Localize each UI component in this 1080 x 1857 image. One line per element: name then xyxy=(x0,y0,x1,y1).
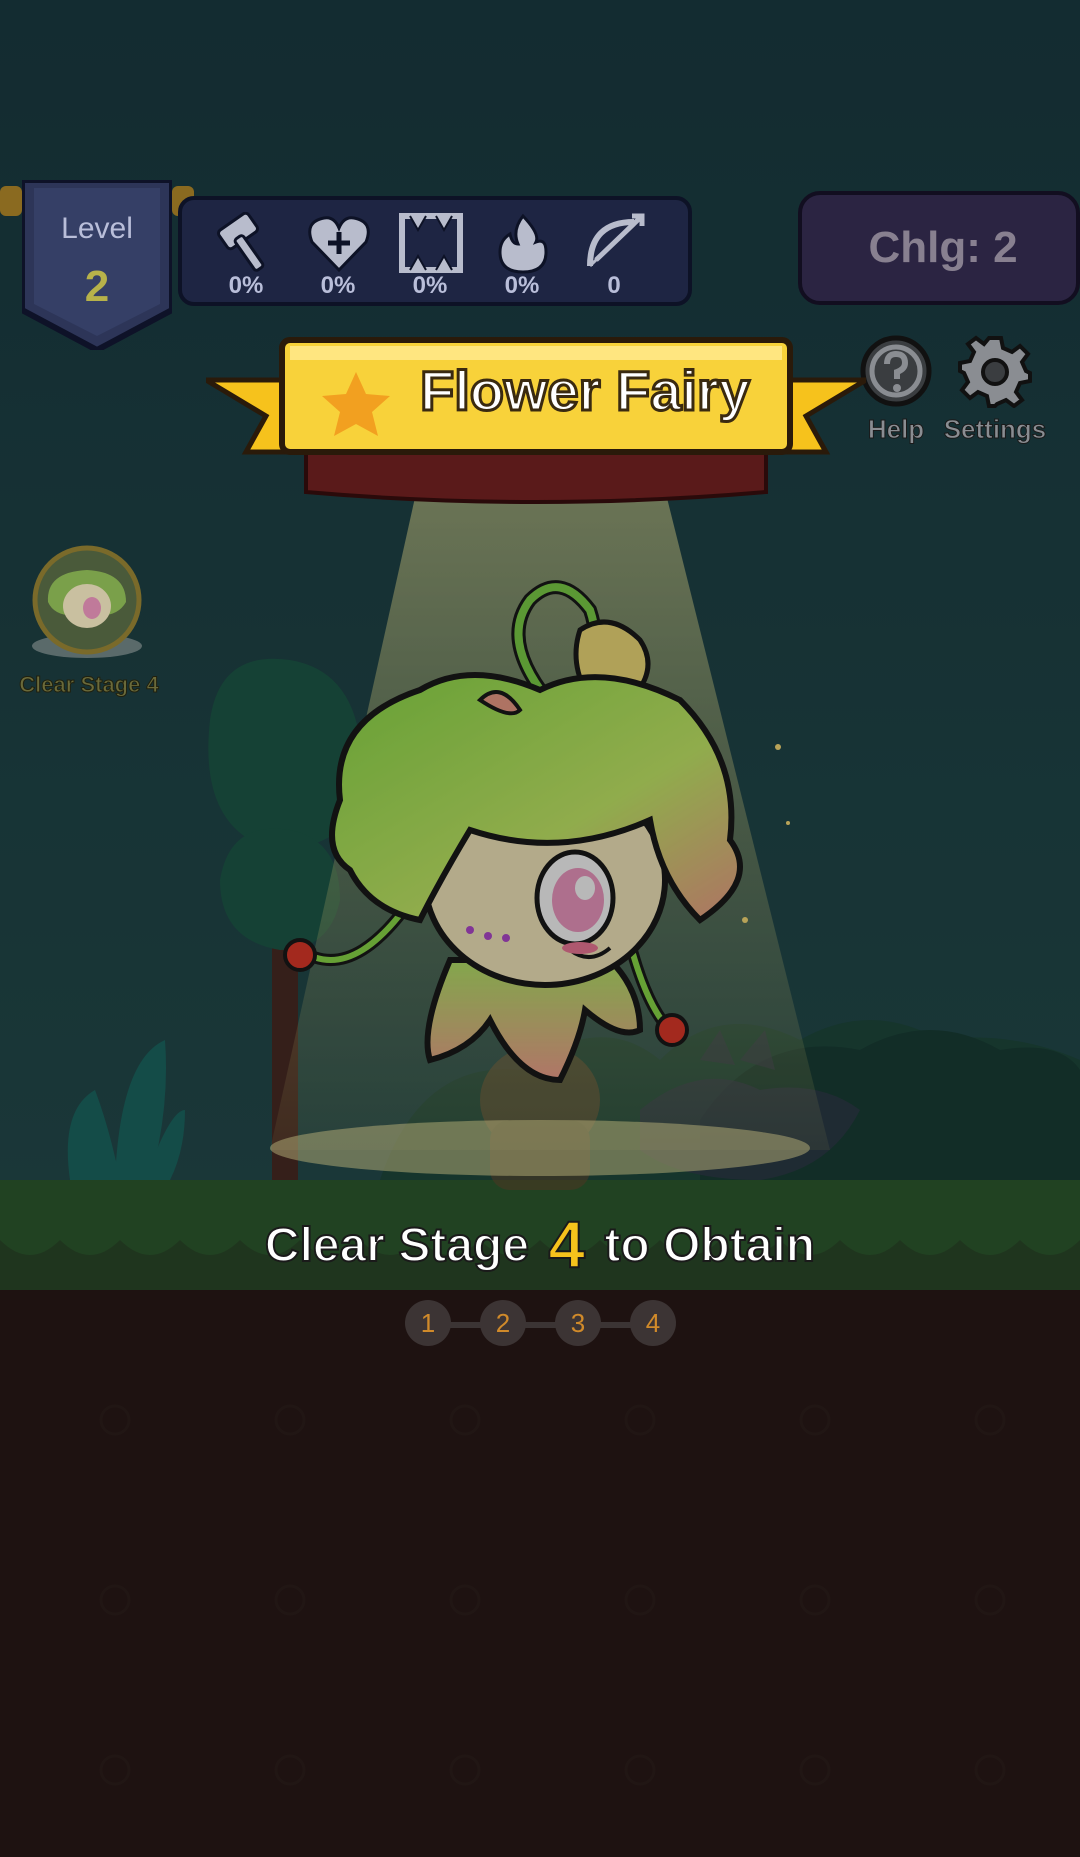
stage-dot-4: 4 xyxy=(630,1300,676,1346)
stage-dot-2: 2 xyxy=(480,1300,526,1346)
obtain-caption: Clear Stage 4 to Obtain xyxy=(0,1206,1080,1282)
stat-ranged[interactable]: 0 xyxy=(574,208,654,304)
gear-icon xyxy=(958,335,1032,408)
stat-crit-value: 0% xyxy=(412,272,448,299)
challenge-label: Chlg: 2 xyxy=(868,223,1018,272)
stat-attack[interactable]: 0% xyxy=(206,208,286,304)
hammer-icon xyxy=(217,212,265,272)
stat-health-value: 0% xyxy=(320,272,356,299)
stat-burn[interactable]: 0% xyxy=(482,208,562,304)
stat-health[interactable]: 0% xyxy=(298,208,378,304)
stage-dot-1: 1 xyxy=(405,1300,451,1346)
stage-progress: 1 2 3 4 xyxy=(405,1300,676,1348)
stat-attack-value: 0% xyxy=(228,272,264,299)
upgrade-stats-bar[interactable]: 0% 0% 0% 0% 0 xyxy=(178,196,692,306)
settings-button[interactable]: Settings xyxy=(943,334,1047,452)
stat-crit[interactable]: 0% xyxy=(390,208,470,304)
locked-character-label: Clear Stage 4 xyxy=(19,672,159,698)
question-icon xyxy=(860,335,932,407)
character-title: Flower Fairy xyxy=(419,358,752,424)
locked-character-icon[interactable] xyxy=(26,542,148,662)
flame-icon xyxy=(498,213,548,274)
stage-progress-line xyxy=(429,1322,649,1328)
stat-burn-value: 0% xyxy=(504,272,540,299)
obtain-stage-number: 4 xyxy=(547,1206,586,1282)
heart-plus-icon xyxy=(308,216,370,273)
bow-icon xyxy=(587,213,645,268)
stat-ranged-value: 0 xyxy=(607,272,621,299)
obtain-caption-before: Clear Stage xyxy=(264,1218,530,1273)
fang-icon xyxy=(399,213,463,273)
stage-dot-3: 3 xyxy=(555,1300,601,1346)
settings-label: Settings xyxy=(943,414,1047,445)
obtain-caption-after: to Obtain xyxy=(603,1218,816,1273)
challenge-button[interactable]: Chlg: 2 xyxy=(798,191,1080,305)
level-label: Level xyxy=(61,212,133,245)
level-value: 2 xyxy=(84,262,110,311)
